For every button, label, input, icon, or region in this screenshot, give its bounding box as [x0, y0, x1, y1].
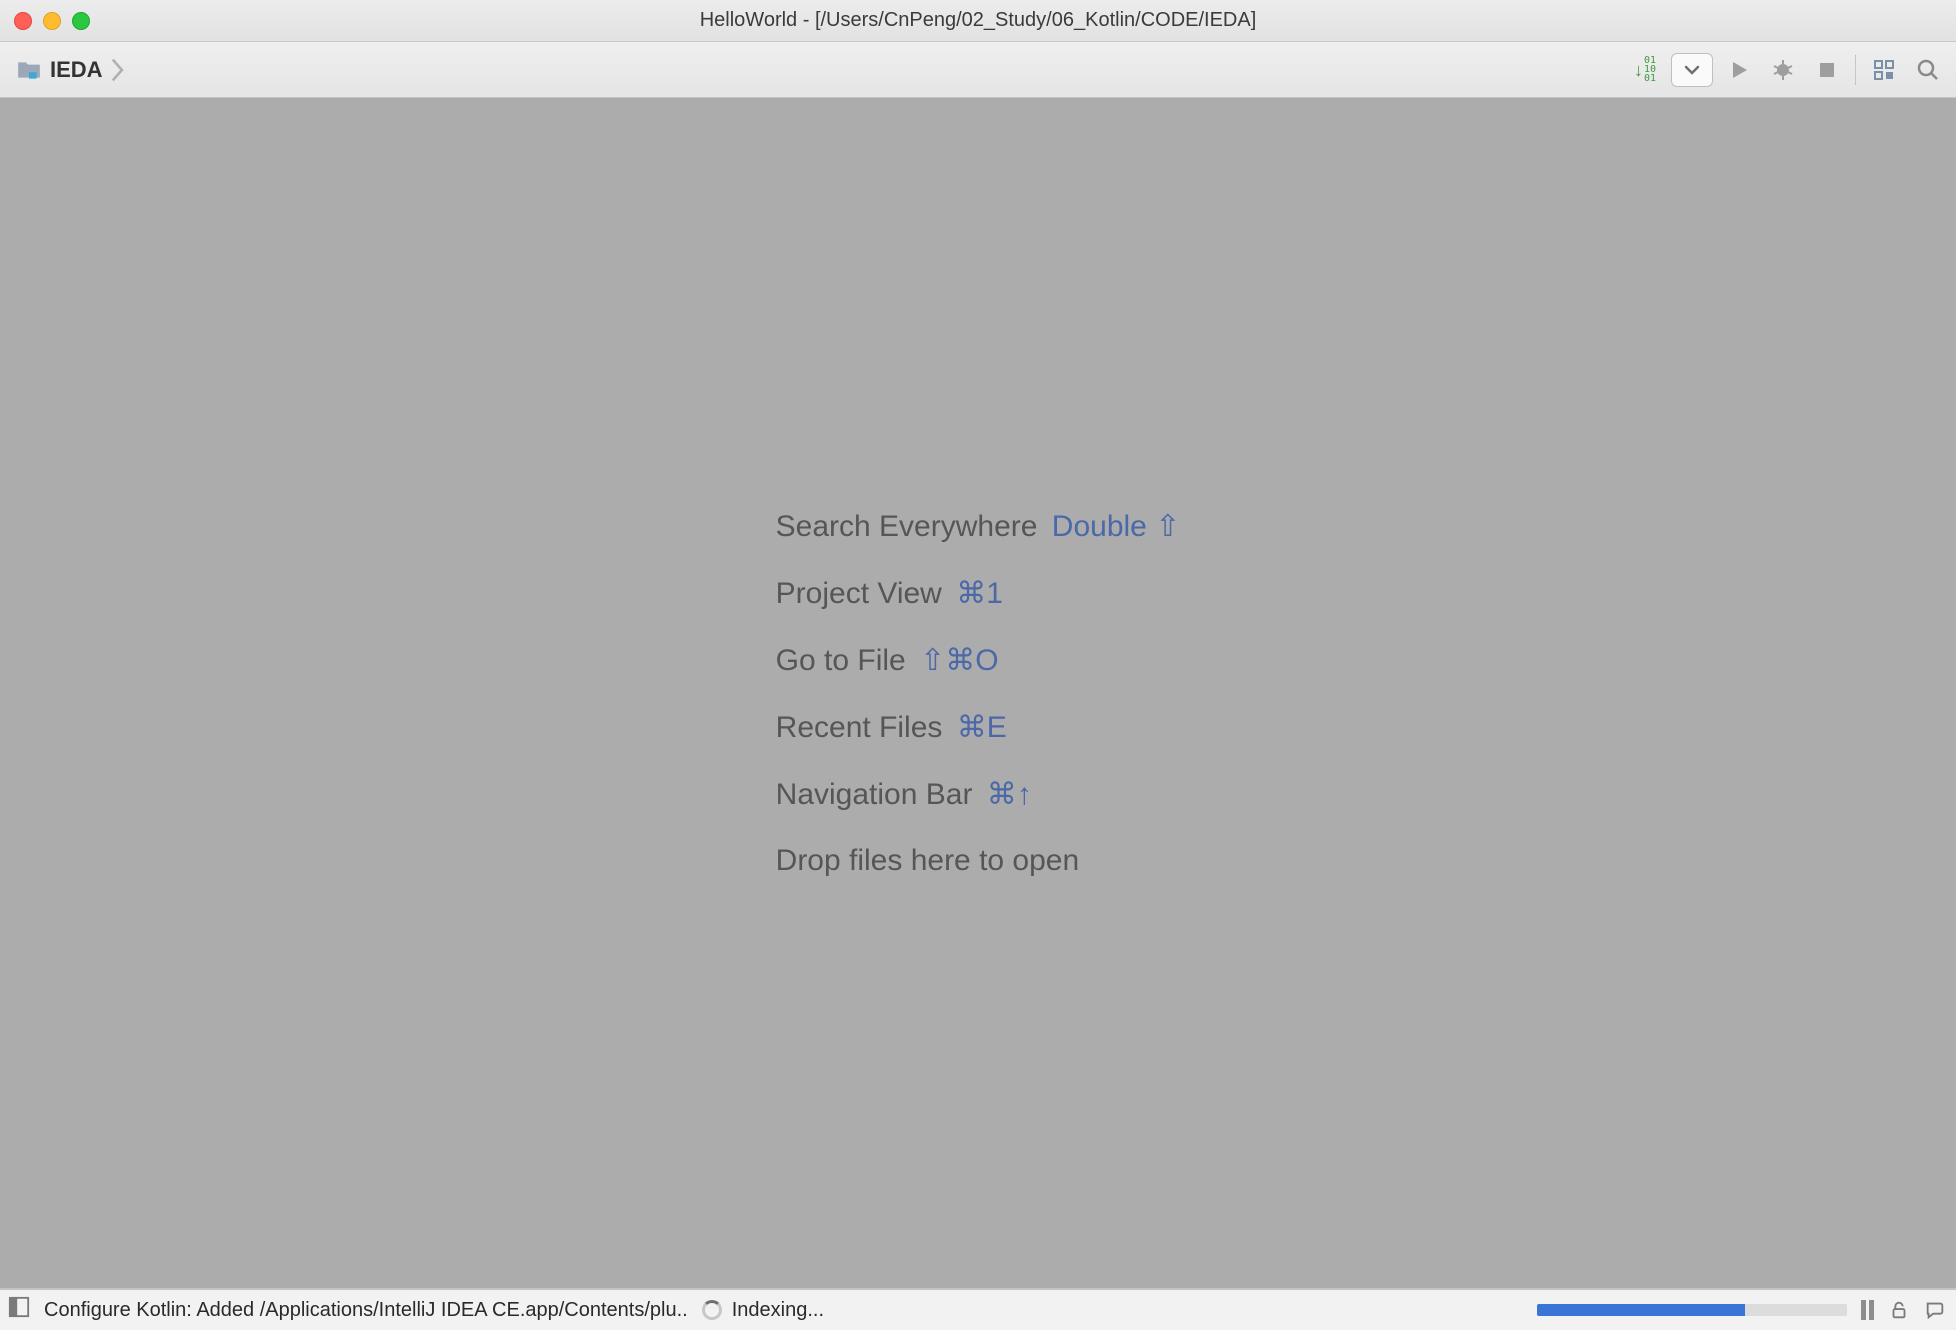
hint-label: Drop files here to open	[776, 844, 1080, 877]
indexing-progress-fill	[1537, 1304, 1745, 1316]
toolbar-separator	[1855, 55, 1856, 85]
breadcrumb-project-label: IEDA	[50, 57, 103, 83]
search-everywhere-button[interactable]	[1910, 52, 1946, 88]
hint-label: Project View	[776, 577, 942, 610]
hint-navigation-bar: Navigation Bar ⌘↑	[776, 777, 1181, 812]
traffic-lights	[14, 12, 90, 30]
event-log-icon[interactable]	[1924, 1299, 1946, 1321]
run-button[interactable]	[1721, 52, 1757, 88]
lock-icon[interactable]	[1888, 1299, 1910, 1321]
loading-spinner-icon	[702, 1300, 722, 1320]
debug-button[interactable]	[1765, 52, 1801, 88]
zoom-window-button[interactable]	[72, 12, 90, 30]
hint-label: Navigation Bar	[776, 778, 973, 811]
hint-shortcut: ⇧⌘O	[920, 644, 998, 677]
pause-background-tasks-button[interactable]	[1861, 1300, 1874, 1320]
minimize-window-button[interactable]	[43, 12, 61, 30]
hint-label: Go to File	[776, 644, 906, 677]
indexing-progress-bar[interactable]	[1537, 1304, 1847, 1316]
hint-search-everywhere: Search Everywhere Double ⇧	[776, 509, 1181, 544]
hint-project-view: Project View ⌘1	[776, 576, 1181, 611]
project-folder-icon	[16, 57, 42, 83]
stop-button[interactable]	[1809, 52, 1845, 88]
hint-drop-files: Drop files here to open	[776, 844, 1181, 878]
keyboard-hints: Search Everywhere Double ⇧ Project View …	[776, 509, 1181, 878]
hint-shortcut: ⌘E	[957, 711, 1007, 744]
hint-label: Search Everywhere	[776, 510, 1038, 543]
run-config-dropdown[interactable]	[1671, 53, 1713, 87]
hint-label: Recent Files	[776, 711, 943, 744]
hint-shortcut: Double ⇧	[1052, 510, 1181, 543]
close-window-button[interactable]	[14, 12, 32, 30]
status-task[interactable]: Indexing...	[732, 1299, 824, 1322]
status-bar: Configure Kotlin: Added /Applications/In…	[0, 1288, 1956, 1330]
main-toolbar: ↓ 011001	[1627, 52, 1946, 88]
hint-shortcut: ⌘↑	[987, 778, 1032, 811]
editor-empty-state[interactable]: Search Everywhere Double ⇧ Project View …	[0, 98, 1956, 1288]
sort-binary-button[interactable]: ↓ 011001	[1627, 52, 1663, 88]
window-title: HelloWorld - [/Users/CnPeng/02_Study/06_…	[700, 9, 1257, 32]
hint-recent-files: Recent Files ⌘E	[776, 710, 1181, 745]
breadcrumb[interactable]: IEDA	[10, 57, 125, 83]
hint-go-to-file: Go to File ⇧⌘O	[776, 643, 1181, 678]
hint-shortcut: ⌘1	[956, 577, 1003, 610]
status-message[interactable]: Configure Kotlin: Added /Applications/In…	[44, 1299, 688, 1322]
chevron-right-icon	[111, 57, 125, 83]
navigation-toolbar: IEDA ↓ 011001	[0, 42, 1956, 98]
window-titlebar: HelloWorld - [/Users/CnPeng/02_Study/06_…	[0, 0, 1956, 42]
project-structure-button[interactable]	[1866, 52, 1902, 88]
tool-window-quick-access-icon[interactable]	[8, 1296, 30, 1324]
